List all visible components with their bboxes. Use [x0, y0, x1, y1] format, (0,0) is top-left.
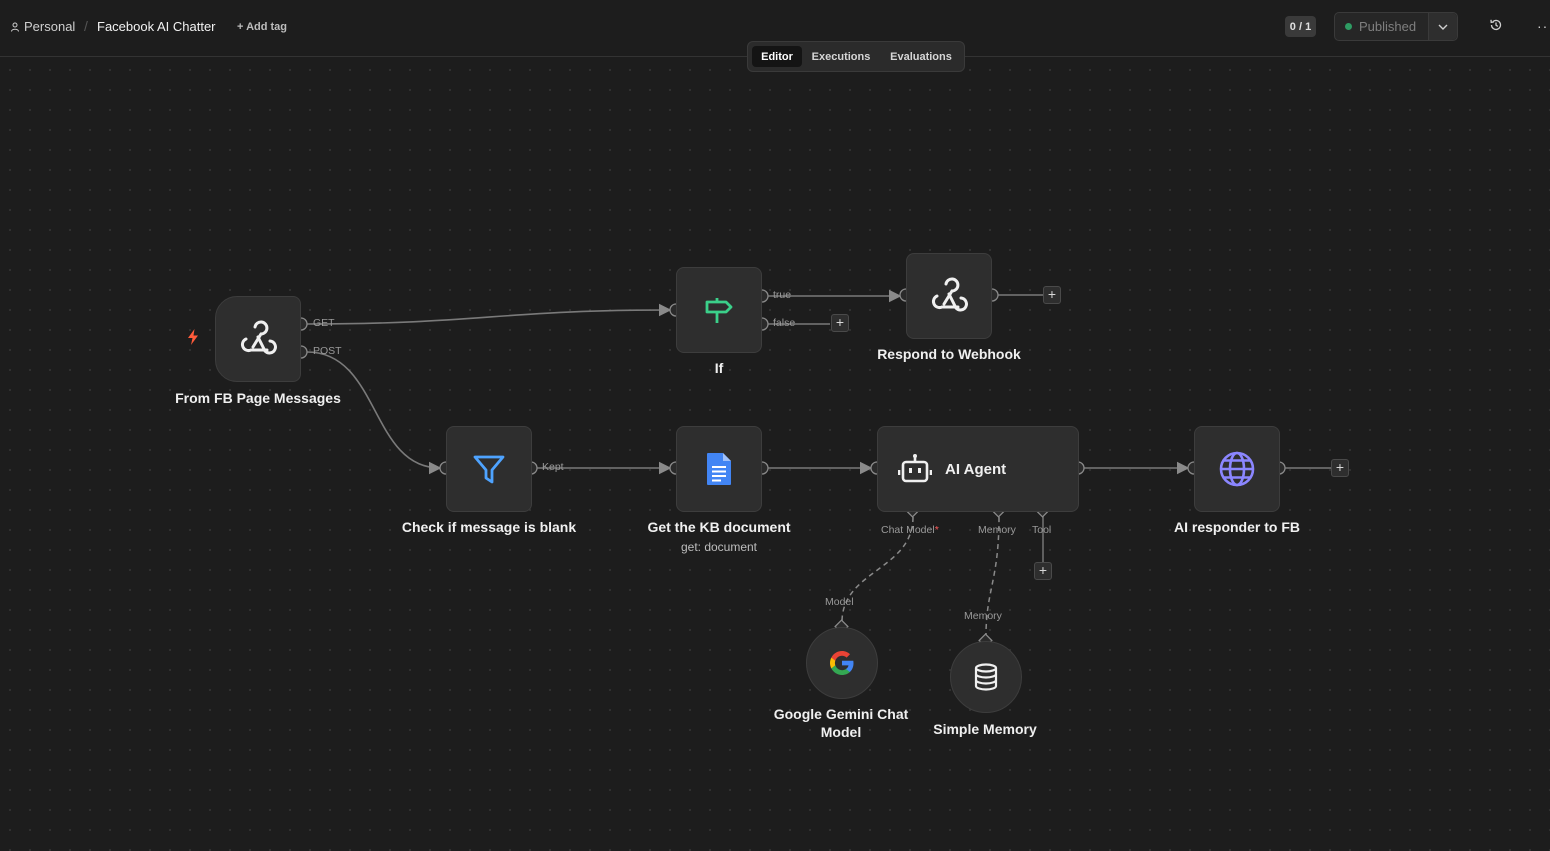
add-node-after-respond-button[interactable]: +: [1043, 286, 1061, 304]
node-get-the-kb-document[interactable]: [676, 426, 762, 512]
node-label-agent: AI Agent: [945, 460, 1007, 478]
node-ai-responder-to-fb[interactable]: [1194, 426, 1280, 512]
add-tool-button[interactable]: +: [1034, 562, 1052, 580]
webhook-icon: [931, 277, 968, 312]
webhook-icon: [240, 320, 277, 355]
node-from-fb-page-messages[interactable]: [215, 296, 301, 382]
google-icon: [830, 651, 854, 675]
node-if[interactable]: [676, 267, 762, 353]
funnel-icon: [473, 455, 505, 484]
node-label-http: AI responder to FB: [1173, 519, 1300, 535]
node-label-memory: Simple Memory: [933, 721, 1037, 737]
port-label-kept: Kept: [542, 461, 564, 473]
node-check-if-message-is-blank[interactable]: [446, 426, 532, 512]
node-label-if: If: [714, 360, 724, 376]
connection-post-to-filter[interactable]: [306, 351, 442, 475]
add-node-false-button[interactable]: +: [831, 314, 849, 332]
port-label-post: POST: [313, 345, 342, 357]
add-node-after-http-button[interactable]: +: [1331, 459, 1349, 477]
robot-icon: [898, 454, 932, 483]
node-label-trigger: From FB Page Messages: [175, 390, 341, 406]
node-label-doc: Get the KB document: [647, 519, 791, 535]
port-label-true: true: [773, 289, 792, 301]
node-label-respond: Respond to Webhook: [877, 346, 1021, 362]
port-label-memory: Memory: [978, 524, 1016, 536]
google-docs-icon: [707, 453, 731, 485]
connection-get-to-if[interactable]: [306, 303, 672, 325]
port-label-chat-model-text: Chat Model: [881, 524, 935, 536]
node-label-filter: Check if message is blank: [401, 519, 577, 535]
port-label-memory-in: Memory: [964, 610, 1002, 622]
node-sublabel-doc: get: document: [680, 540, 758, 554]
port-label-get: GET: [313, 317, 335, 329]
node-google-gemini-chat-model[interactable]: [806, 627, 878, 699]
globe-icon: [1219, 451, 1255, 487]
node-label-gemini: Google Gemini Chat Model: [773, 706, 909, 740]
required-marker: *: [934, 524, 939, 536]
node-simple-memory[interactable]: [950, 641, 1022, 713]
signpost-icon: [705, 298, 733, 323]
port-label-tool: Tool: [1032, 524, 1052, 536]
node-respond-to-webhook[interactable]: [906, 253, 992, 339]
port-label-false: false: [773, 317, 796, 329]
node-ai-agent[interactable]: AI Agent: [877, 426, 1079, 512]
database-icon: [974, 663, 998, 691]
port-label-model-in: Model: [825, 596, 854, 608]
port-label-chat-model: Chat Model*: [881, 524, 939, 536]
trigger-bolt-icon: [188, 329, 198, 345]
